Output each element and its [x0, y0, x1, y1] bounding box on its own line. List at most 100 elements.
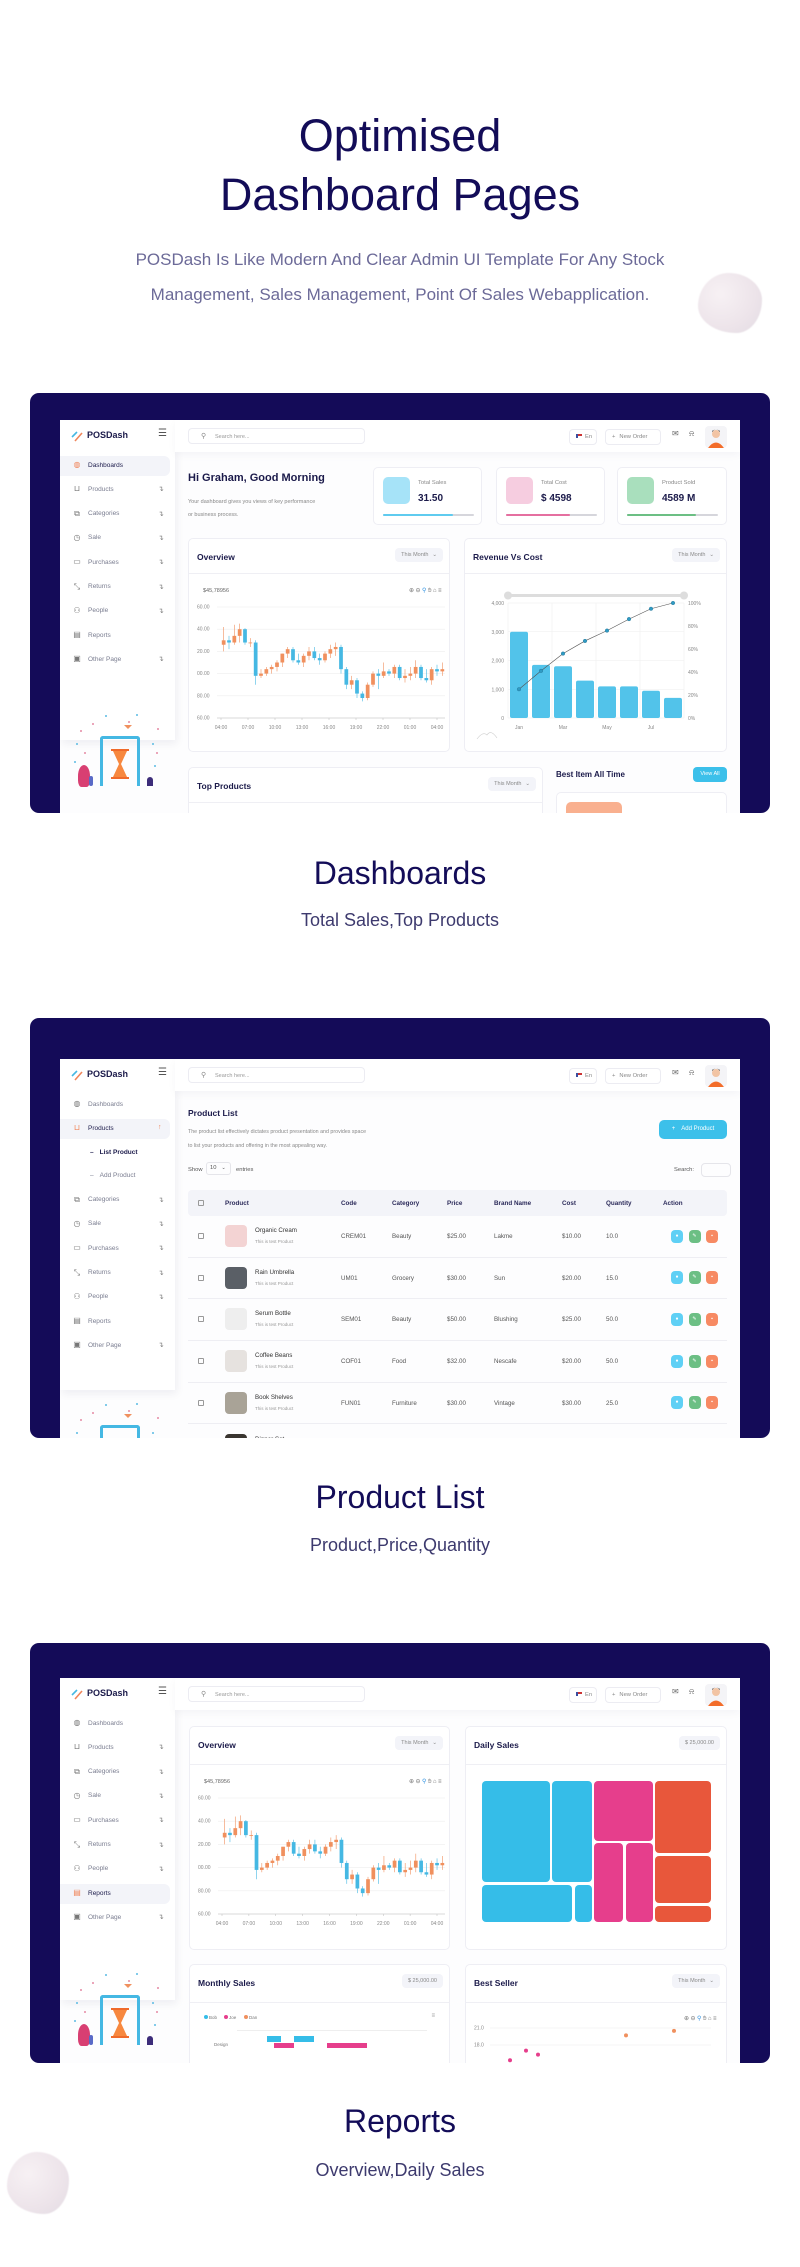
- legend-item-joe[interactable]: Joe: [224, 2015, 236, 2020]
- sidebar-item-reports[interactable]: ▤ Reports: [60, 1884, 170, 1905]
- avatar[interactable]: [705, 1065, 727, 1087]
- column-header-brand-name[interactable]: Brand Name: [494, 1200, 531, 1207]
- select-all-checkbox[interactable]: [198, 1200, 204, 1206]
- sidebar-item-purchases[interactable]: ▭ Purchases ↴: [60, 553, 170, 573]
- delete-button[interactable]: ▪: [706, 1229, 718, 1243]
- avatar[interactable]: [705, 1684, 727, 1706]
- sidebar-item-people[interactable]: ⚇ People ↴: [60, 1288, 170, 1308]
- bell-icon[interactable]: ⍾: [689, 429, 694, 439]
- sidebar-item-reports[interactable]: ▤ Reports: [60, 1312, 170, 1332]
- sidebar-item-categories[interactable]: ⧉ Categories ↴: [60, 505, 170, 525]
- amount-badge[interactable]: $ 25,000.00: [678, 1736, 720, 1750]
- row-checkbox[interactable]: [198, 1316, 204, 1323]
- delete-button[interactable]: ▪: [706, 1312, 718, 1326]
- row-checkbox[interactable]: [198, 1399, 204, 1406]
- sidebar-item-products[interactable]: ⊔ Products ↴: [60, 1738, 170, 1758]
- language-selector[interactable]: En: [569, 1687, 597, 1703]
- view-button[interactable]: ●: [671, 1396, 683, 1410]
- sidebar-item-other[interactable]: ▣ Other Page ↴: [60, 1908, 170, 1928]
- product-name[interactable]: Serum Bottle: [255, 1310, 291, 1317]
- mail-icon[interactable]: ✉: [672, 1687, 679, 1696]
- menu-toggle-icon[interactable]: ☰: [158, 1686, 167, 1697]
- bell-icon[interactable]: ⍾: [689, 1068, 694, 1078]
- language-selector[interactable]: En: [569, 429, 597, 445]
- sidebar-item-sale[interactable]: ◷ Sale ↴: [60, 529, 170, 549]
- view-all-button[interactable]: View All: [693, 767, 727, 782]
- product-name[interactable]: Dinner Set: [255, 1436, 284, 1439]
- add-product-button[interactable]: + Add Product: [659, 1120, 727, 1139]
- product-name[interactable]: Book Shelves: [255, 1394, 293, 1401]
- chevron-down-icon: ⌄: [221, 1165, 226, 1171]
- edit-button[interactable]: ✎: [688, 1396, 701, 1410]
- new-order-button[interactable]: + New Order: [605, 1068, 661, 1084]
- search-input[interactable]: ⚲ Search here...: [188, 1067, 365, 1083]
- row-checkbox[interactable]: [198, 1274, 204, 1281]
- edit-button[interactable]: ✎: [688, 1354, 701, 1368]
- language-selector[interactable]: En: [569, 1068, 597, 1084]
- column-header-quantity[interactable]: Quantity: [606, 1200, 632, 1207]
- sidebar-item-people[interactable]: ⚇ People ↴: [60, 1860, 170, 1880]
- sidebar-item-dashboards[interactable]: ◍ Dashboards: [60, 1095, 170, 1115]
- legend-item-bob[interactable]: Bob: [204, 2015, 217, 2020]
- sidebar-item-returns[interactable]: ⤡ Returns ↴: [60, 1836, 170, 1856]
- period-dropdown[interactable]: This Month ⌄: [488, 777, 536, 791]
- sidebar-item-returns[interactable]: ⤡ Returns ↴: [60, 578, 170, 598]
- sidebar-item-sale[interactable]: ◷ Sale ↴: [60, 1787, 170, 1807]
- sidebar-item-categories[interactable]: ⧉ Categories ↴: [60, 1191, 170, 1211]
- edit-button[interactable]: ✎: [688, 1229, 701, 1243]
- column-header-category[interactable]: Category: [392, 1200, 419, 1207]
- column-header-cost[interactable]: Cost: [562, 1200, 576, 1207]
- bell-icon[interactable]: ⍾: [689, 1687, 694, 1697]
- view-button[interactable]: ●: [671, 1271, 683, 1285]
- table-search-input[interactable]: [701, 1163, 731, 1177]
- sidebar-item-sale[interactable]: ◷ Sale ↴: [60, 1215, 170, 1235]
- avatar[interactable]: [705, 426, 727, 448]
- amount-badge[interactable]: $ 25,000.00: [401, 1974, 443, 1988]
- chevron-down-icon: ↴: [158, 1817, 164, 1825]
- sidebar-item-purchases[interactable]: ▭ Purchases ↴: [60, 1811, 170, 1831]
- sidebar-item-products[interactable]: ⊔ Products ↑: [60, 1119, 170, 1140]
- menu-toggle-icon[interactable]: ☰: [158, 1067, 167, 1078]
- sidebar-item-reports[interactable]: ▤ Reports: [60, 626, 170, 646]
- edit-button[interactable]: ✎: [688, 1271, 701, 1285]
- view-button[interactable]: ●: [671, 1229, 683, 1243]
- edit-button[interactable]: ✎: [688, 1312, 701, 1326]
- row-checkbox[interactable]: [198, 1233, 204, 1239]
- search-input[interactable]: ⚲ Search here...: [188, 1686, 365, 1702]
- sidebar-item-dashboards[interactable]: ◍ Dashboards: [60, 1714, 170, 1734]
- sidebar-item-other[interactable]: ▣ Other Page ↴: [60, 1336, 170, 1356]
- menu-toggle-icon[interactable]: ☰: [158, 428, 167, 439]
- submenu-item-add-product[interactable]: – Add Product: [90, 1172, 135, 1179]
- legend-item-dan[interactable]: Dan: [244, 2015, 257, 2020]
- chart-menu-icon[interactable]: ≡: [431, 2013, 435, 2019]
- column-header-price[interactable]: Price: [447, 1200, 462, 1207]
- view-button[interactable]: ●: [671, 1354, 683, 1368]
- sidebar-item-purchases[interactable]: ▭ Purchases ↴: [60, 1239, 170, 1259]
- new-order-button[interactable]: + New Order: [605, 429, 661, 445]
- submenu-item-list-product[interactable]: – List Product: [90, 1149, 138, 1156]
- sidebar-item-returns[interactable]: ⤡ Returns ↴: [60, 1264, 170, 1284]
- entries-select[interactable]: 10 ⌄: [206, 1162, 231, 1175]
- sidebar-item-categories[interactable]: ⧉ Categories ↴: [60, 1763, 170, 1783]
- new-order-button[interactable]: + New Order: [605, 1687, 661, 1703]
- sidebar-item-dashboards[interactable]: ◍ Dashboards: [60, 456, 170, 476]
- sidebar-item-people[interactable]: ⚇ People ↴: [60, 602, 170, 622]
- sidebar-item-other[interactable]: ▣ Other Page ↴: [60, 650, 170, 670]
- delete-button[interactable]: ▪: [706, 1271, 718, 1285]
- view-button[interactable]: ●: [671, 1312, 683, 1326]
- product-name[interactable]: Organic Cream: [255, 1227, 297, 1234]
- column-header-action[interactable]: Action: [663, 1200, 683, 1207]
- mail-icon[interactable]: ✉: [672, 429, 679, 438]
- row-checkbox[interactable]: [198, 1358, 204, 1365]
- product-name[interactable]: Rain Umbrella: [255, 1269, 294, 1276]
- language-label: En: [585, 434, 593, 440]
- column-header-code[interactable]: Code: [341, 1200, 357, 1207]
- delete-button[interactable]: ▪: [706, 1396, 718, 1410]
- mail-icon[interactable]: ✉: [672, 1068, 679, 1077]
- product-name[interactable]: Coffee Beans: [255, 1352, 292, 1359]
- candle-body: [328, 1842, 333, 1847]
- delete-button[interactable]: ▪: [706, 1354, 718, 1368]
- column-header-product[interactable]: Product: [225, 1200, 249, 1207]
- search-input[interactable]: ⚲ Search here...: [188, 428, 365, 444]
- sidebar-item-products[interactable]: ⊔ Products ↴: [60, 480, 170, 500]
